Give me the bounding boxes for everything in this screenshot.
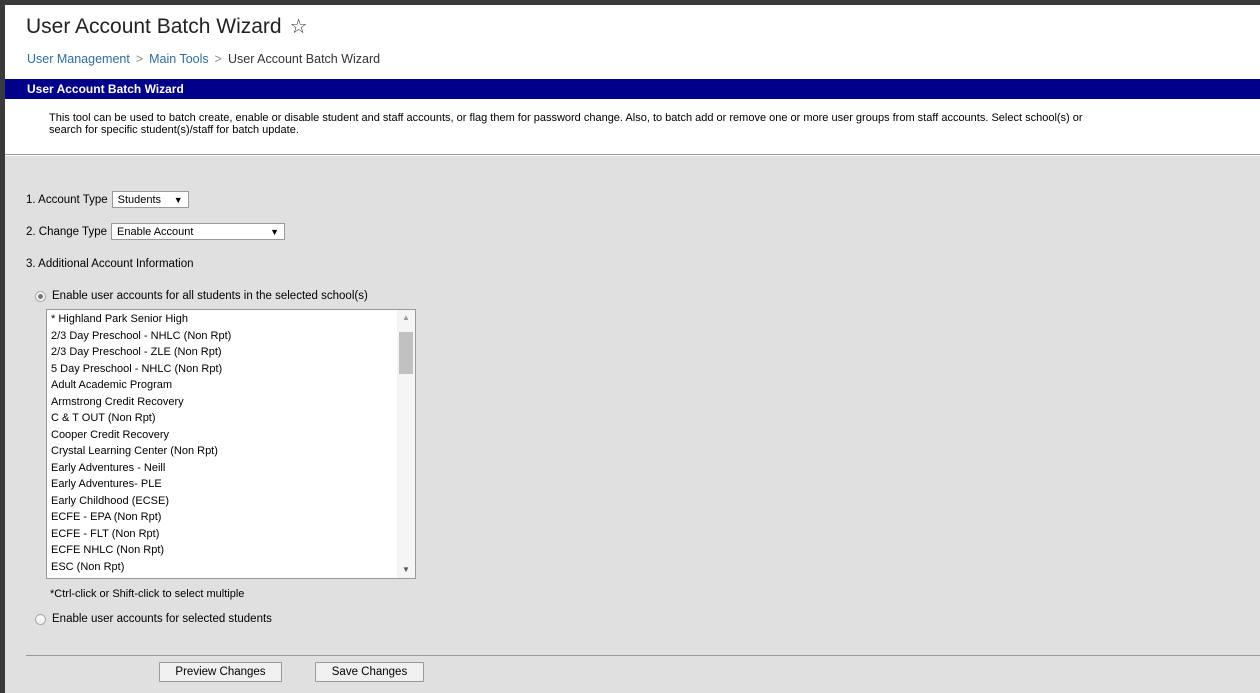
school-list-item[interactable]: Adult Academic Program [51,377,231,394]
wizard-form: 1. Account Type Students ▼ 2. Change Typ… [5,156,1260,693]
breadcrumb-separator: > [214,52,222,66]
school-list-item[interactable]: 2/3 Day Preschool - NHLC (Non Rpt) [51,328,231,345]
radio-selected-students[interactable] [35,613,46,625]
school-list-item[interactable]: * Highland Park Senior High [51,311,231,328]
radio-all-students[interactable] [35,290,46,302]
preview-changes-button[interactable]: Preview Changes [159,662,282,682]
school-list-item[interactable]: ECFE - FLT (Non Rpt) [51,526,231,543]
footer-divider [26,655,1260,656]
dropdown-arrow-icon: ▼ [270,226,279,237]
description-line-2: search for specific student(s)/staff for… [49,124,299,136]
account-type-label: 1. Account Type [26,193,108,206]
breadcrumb-separator: > [135,52,144,66]
change-type-label: 2. Change Type [26,225,107,238]
scroll-thumb[interactable] [399,332,413,374]
breadcrumb: User Management > Main Tools > User Acco… [27,52,380,66]
panel-header: User Account Batch Wizard [5,79,1260,99]
dropdown-arrow-icon: ▼ [173,194,183,205]
school-list-item[interactable]: Armstrong Credit Recovery [51,394,231,411]
radio-all-students-label: Enable user accounts for all students in… [52,290,368,302]
listbox-scrollbar[interactable]: ▲ ▼ [397,310,415,578]
breadcrumb-user-management[interactable]: User Management [27,52,130,66]
school-list-items: * Highland Park Senior High 2/3 Day Presc… [51,311,231,575]
school-list-item[interactable]: ECFE NHLC (Non Rpt) [51,542,231,559]
page-title-row: User Account Batch Wizard ☆ [26,14,308,39]
scroll-up-icon[interactable]: ▲ [397,310,415,326]
radio-selected-students-row[interactable]: Enable user accounts for selected studen… [35,613,272,625]
breadcrumb-main-tools[interactable]: Main Tools [149,52,209,66]
school-listbox[interactable]: * Highland Park Senior High 2/3 Day Presc… [46,309,416,579]
change-type-select[interactable]: Enable Account ▼ [111,223,285,240]
school-list-item[interactable]: 5 Day Preschool - NHLC (Non Rpt) [51,361,231,378]
page-title: User Account Batch Wizard [26,14,282,38]
school-list-item[interactable]: Cooper Credit Recovery [51,427,231,444]
school-list-item[interactable]: 2/3 Day Preschool - ZLE (Non Rpt) [51,344,231,361]
scroll-down-icon[interactable]: ▼ [397,562,415,578]
change-type-value: Enable Account [117,225,194,238]
save-changes-button[interactable]: Save Changes [315,662,424,682]
school-list-item[interactable]: Early Adventures - Neill [51,460,231,477]
description-line-1: This tool can be used to batch create, e… [49,112,1083,124]
multi-select-hint: *Ctrl-click or Shift-click to select mul… [50,588,245,600]
account-type-select[interactable]: Students ▼ [111,191,189,208]
school-list-item[interactable]: C & T OUT (Non Rpt) [51,410,231,427]
radio-selected-students-label: Enable user accounts for selected studen… [52,613,272,625]
star-icon[interactable]: ☆ [290,14,308,39]
school-list-item[interactable]: Early Adventures- PLE [51,476,231,493]
school-list-item[interactable]: ESC (Non Rpt) [51,559,231,576]
school-list-item[interactable]: Early Childhood (ECSE) [51,493,231,510]
additional-info-label: 3. Additional Account Information [26,258,194,270]
school-list-item[interactable]: ECFE - EPA (Non Rpt) [51,509,231,526]
account-type-row: 1. Account Type Students ▼ [26,191,189,208]
radio-all-students-row[interactable]: Enable user accounts for all students in… [35,290,368,302]
breadcrumb-current: User Account Batch Wizard [227,52,381,66]
school-list-item[interactable]: Crystal Learning Center (Non Rpt) [51,443,231,460]
account-type-value: Students [117,193,162,206]
change-type-row: 2. Change Type Enable Account ▼ [26,223,285,240]
tool-description: This tool can be used to batch create, e… [5,99,1260,155]
